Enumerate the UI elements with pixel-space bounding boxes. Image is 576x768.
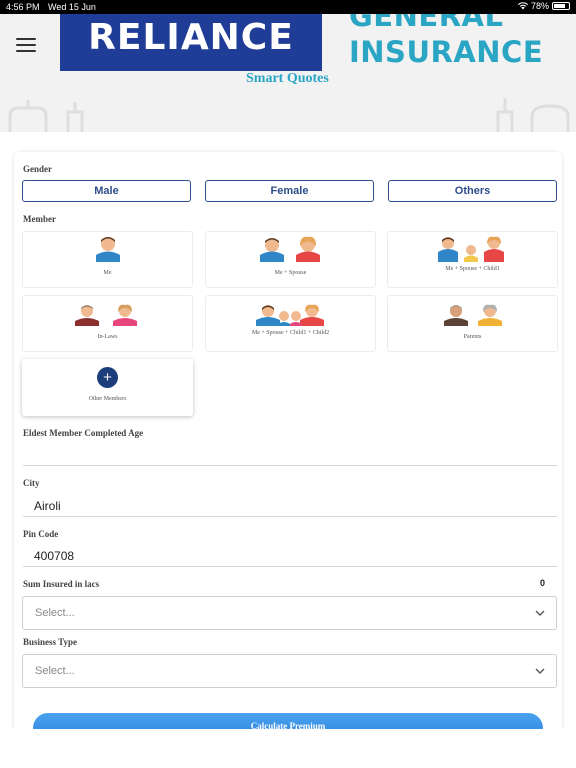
battery-icon (552, 2, 570, 10)
city-input[interactable]: Airoli (34, 499, 61, 513)
member-option-label: Me + Spouse + Child1 + Child2 (251, 330, 330, 336)
pincode-underline (23, 566, 557, 567)
status-right: 78% (517, 1, 570, 11)
sum-insured-value: 0 (540, 578, 546, 588)
me-illustration (95, 237, 120, 262)
sum-insured-placeholder: Select... (35, 607, 75, 619)
couple-illustration (259, 236, 320, 262)
member-option-other-members[interactable]: + Other Members (22, 359, 193, 416)
gender-male-button[interactable]: Male (22, 180, 191, 202)
member-option-me-spouse-child1-child2[interactable]: Me + Spouse + Child1 + Child2 (205, 295, 376, 352)
general-insurance-logo: GENERAL INSURANCE (349, 14, 559, 67)
business-type-label: Business Type (23, 637, 77, 647)
member-label: Member (23, 214, 56, 224)
member-option-me-spouse[interactable]: Me + Spouse (205, 231, 376, 288)
plus-icon: + (97, 367, 118, 388)
eldest-age-underline (23, 465, 557, 466)
business-type-select[interactable]: Select... (22, 654, 557, 688)
eldest-age-label: Eldest Member Completed Age (23, 428, 144, 438)
menu-icon[interactable] (16, 38, 36, 54)
member-option-label: Me (103, 270, 112, 276)
battery-percent: 78% (530, 1, 549, 11)
pincode-label: Pin Code (23, 529, 59, 539)
business-type-placeholder: Select... (35, 665, 75, 677)
city-underline (23, 516, 557, 517)
building-skyline-decoration (8, 98, 570, 132)
header: RELIANCE GENERAL INSURANCE Smart Quotes (0, 14, 576, 132)
chevron-down-icon (535, 610, 545, 616)
chevron-down-icon (535, 668, 545, 674)
family-one-child-illustration (437, 236, 504, 262)
page-subtitle: Smart Quotes (246, 71, 329, 86)
status-bar: 4:56 PM Wed 15 Jun 78% (0, 0, 576, 14)
parents-illustration (443, 304, 502, 326)
status-date: Wed 15 Jun (48, 2, 96, 12)
battery-level (554, 4, 565, 8)
sum-insured-select[interactable]: Select... (22, 596, 557, 630)
wifi-icon (517, 2, 528, 10)
member-option-parents[interactable]: Parents (387, 295, 558, 352)
reliance-logo: RELIANCE (60, 14, 322, 71)
gender-female-button[interactable]: Female (205, 180, 374, 202)
member-option-label: Me + Spouse + Child1 (445, 266, 500, 272)
gender-others-button[interactable]: Others (388, 180, 557, 202)
member-option-label: Me + Spouse (274, 270, 307, 276)
gender-label: Gender (23, 164, 52, 174)
member-option-me[interactable]: Me (22, 231, 193, 288)
city-label: City (23, 478, 40, 488)
status-time: 4:56 PM (6, 2, 40, 12)
bottom-safe-area (0, 729, 576, 768)
other-members-label: Other Members (88, 396, 127, 402)
sum-insured-label: Sum Insured in lacs (23, 579, 100, 589)
family-two-children-illustration (255, 304, 324, 326)
member-option-in-laws[interactable]: In-Laws (22, 295, 193, 352)
member-option-me-spouse-child1[interactable]: Me + Spouse + Child1 (387, 231, 558, 288)
gi-line-1: GENERAL (349, 14, 504, 33)
member-option-label: Parents (463, 334, 482, 340)
member-option-label: In-Laws (97, 334, 118, 340)
in-laws-illustration (74, 304, 137, 326)
gi-line-2: INSURANCE (349, 35, 544, 69)
pincode-input[interactable]: 400708 (34, 549, 74, 563)
